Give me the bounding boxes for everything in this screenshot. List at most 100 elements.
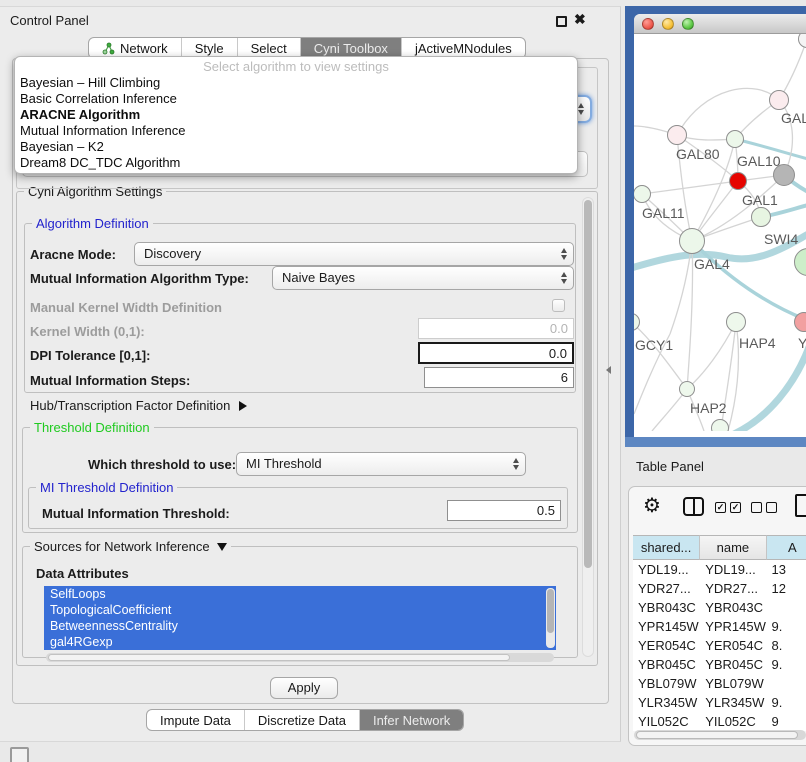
attribute-item-topologicalcoefficient[interactable]: TopologicalCoefficient	[44, 602, 556, 618]
table-row[interactable]: YDR27...YDR27...12	[633, 579, 806, 598]
mi-steps-field[interactable]: 6	[424, 367, 574, 388]
tab-cyni-toolbox[interactable]: Cyni Toolbox	[300, 38, 401, 58]
table-panel-card: ⚙ ✓ ✓ shared...nameA YDL19...YDL19...13Y…	[628, 486, 806, 746]
dropdown-item-dream8-dc-tdc-algorithm[interactable]: Dream8 DC_TDC Algorithm	[15, 155, 577, 171]
unchecked-checkbox-icon[interactable]	[766, 502, 777, 513]
table-cell: YDR27...	[633, 579, 700, 598]
network-icon	[102, 42, 115, 55]
table-horizontal-scrollbar[interactable]	[634, 730, 806, 740]
float-window-icon[interactable]	[556, 16, 567, 27]
mi-threshold-field[interactable]: 0.5	[447, 500, 561, 521]
unchecked-checkbox-icon[interactable]	[751, 502, 762, 513]
list-vertical-scrollbar[interactable]	[546, 588, 555, 648]
table-cell: 9.	[767, 693, 806, 712]
table-cell	[767, 598, 806, 617]
scrollbar-thumb[interactable]	[547, 589, 554, 633]
dropdown-item-basic-correlation-inference[interactable]: Basic Correlation Inference	[15, 91, 577, 107]
node-hap4[interactable]	[726, 312, 746, 332]
close-icon[interactable]: ✖	[574, 11, 586, 28]
attribute-item-selfloops[interactable]: SelfLoops	[44, 586, 556, 602]
table-cell: 9.	[767, 617, 806, 636]
mi-steps-label: Mutual Information Steps:	[30, 373, 190, 388]
table-cell: YIL052C	[700, 712, 766, 731]
mi-type-combo[interactable]: Naive Bayes	[272, 266, 574, 290]
column-layout-icon[interactable]	[683, 497, 704, 516]
tab-label: jActiveMNodules	[415, 41, 512, 56]
node-gal80[interactable]	[667, 125, 687, 145]
dropdown-item-bayesian-k2[interactable]: Bayesian – K2	[15, 139, 577, 155]
network-view-window: GALGAL80GAL10GAL1GAL11SWI4GAL4GCY1HAP4YH…	[625, 6, 806, 437]
sources-expander[interactable]: Sources for Network Inference	[30, 539, 231, 554]
mac-zoom-button[interactable]	[682, 18, 694, 30]
mac-close-button[interactable]	[642, 18, 654, 30]
column-header-a[interactable]: A	[767, 535, 806, 560]
table-row[interactable]: YER054CYER054C8.	[633, 636, 806, 655]
node-label-swi4: SWI4	[764, 231, 798, 247]
table-cell: YIL052C	[633, 712, 700, 731]
dropdown-item-mutual-information-inference[interactable]: Mutual Information Inference	[15, 123, 577, 139]
dpi-tolerance-field[interactable]: 0.0	[418, 342, 574, 364]
restore-panel-icon[interactable]	[10, 747, 29, 762]
table-row[interactable]: YBR043CYBR043C	[633, 598, 806, 617]
hub-definition-expander[interactable]: Hub/Transcription Factor Definition	[30, 398, 247, 413]
stepper-arrows-icon	[561, 248, 567, 260]
table-row[interactable]: YLR345WYLR345W9.	[633, 693, 806, 712]
mac-minimize-button[interactable]	[662, 18, 674, 30]
network-frame-border	[625, 437, 806, 447]
tab-style[interactable]: Style	[181, 38, 237, 58]
dropdown-item-bayesian-hill-climbing[interactable]: Bayesian – Hill Climbing	[15, 75, 577, 91]
bottom-tab-impute-data[interactable]: Impute Data	[147, 710, 244, 730]
tab-network[interactable]: Network	[89, 38, 181, 58]
bottom-tab-infer-network[interactable]: Infer Network	[359, 710, 463, 730]
node-table[interactable]: shared...nameA YDL19...YDL19...13YDR27..…	[633, 535, 806, 731]
node-swi4[interactable]	[751, 207, 771, 227]
node-label-y: Y	[798, 335, 806, 351]
tab-select[interactable]: Select	[237, 38, 300, 58]
settings-vertical-scrollbar[interactable]	[582, 197, 594, 657]
aracne-mode-label: Aracne Mode:	[30, 247, 116, 262]
table-row[interactable]: YIL052CYIL052C9	[633, 712, 806, 731]
bottom-tab-bar: Impute DataDiscretize DataInfer Network	[146, 709, 464, 731]
kernel-width-field[interactable]: 0.0	[418, 318, 574, 339]
column-header-shared[interactable]: shared...	[633, 535, 700, 560]
network-canvas[interactable]: GALGAL80GAL10GAL1GAL11SWI4GAL4GCY1HAP4YH…	[634, 34, 806, 431]
manual-kernel-checkbox[interactable]	[552, 299, 565, 312]
scrollbar-thumb[interactable]	[48, 654, 510, 661]
bottom-tab-discretize-data[interactable]: Discretize Data	[244, 710, 359, 730]
which-threshold-combo[interactable]: MI Threshold	[236, 452, 526, 476]
stepper-arrows-icon	[578, 103, 584, 115]
document-icon[interactable]	[795, 494, 806, 517]
checked-checkbox-icon[interactable]: ✓	[715, 502, 726, 513]
attribute-item-gal4rgexp[interactable]: gal4RGexp	[44, 634, 556, 650]
settings-gear-icon[interactable]: ⚙	[643, 493, 661, 518]
aracne-mode-combo[interactable]: Discovery	[134, 242, 574, 266]
scrollbar-thumb[interactable]	[584, 200, 592, 568]
table-cell: YPR145W	[700, 617, 766, 636]
tab-jactivemnodules[interactable]: jActiveMNodules	[401, 38, 525, 58]
attribute-item-betweennesscentrality[interactable]: BetweennessCentrality	[44, 618, 556, 634]
apply-button[interactable]: Apply	[270, 677, 338, 699]
screen: Control Panel ✖ NetworkStyleSelectCyni T…	[0, 0, 806, 762]
node-gal4[interactable]	[679, 228, 705, 254]
node-pink-upper[interactable]	[769, 90, 789, 110]
table-row[interactable]: YBR045CYBR045C9.	[633, 655, 806, 674]
column-header-name[interactable]: name	[700, 535, 766, 560]
node-gal10[interactable]	[726, 130, 744, 148]
table-cell: 13	[767, 560, 806, 579]
scrollbar-thumb[interactable]	[636, 731, 798, 739]
data-attributes-list[interactable]: SelfLoopsTopologicalCoefficientBetweenne…	[44, 586, 556, 650]
table-cell: 8.	[767, 636, 806, 655]
dropdown-item-aracne-algorithm[interactable]: ARACNE Algorithm	[15, 107, 577, 123]
table-row[interactable]: YBL079WYBL079W	[633, 674, 806, 693]
network-window-titlebar[interactable]	[634, 14, 806, 34]
node-hap2[interactable]	[679, 381, 695, 397]
table-cell: YLR345W	[633, 693, 700, 712]
node-bottom-partial[interactable]	[711, 419, 729, 431]
table-row[interactable]: YPR145WYPR145W9.	[633, 617, 806, 636]
list-horizontal-scrollbar[interactable]	[46, 653, 554, 662]
table-row[interactable]: YDL19...YDL19...13	[633, 560, 806, 579]
splitter-collapse-icon[interactable]	[606, 366, 611, 374]
node-red[interactable]	[729, 172, 747, 190]
checked-checkbox-icon[interactable]: ✓	[730, 502, 741, 513]
node-label-gcy1: GCY1	[635, 337, 673, 353]
